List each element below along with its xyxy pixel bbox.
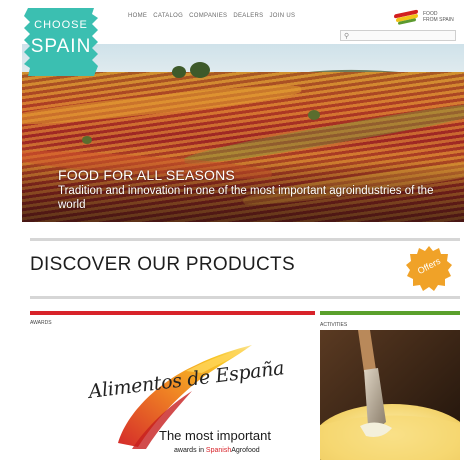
cheese-knife-image [320,330,460,460]
award-tagline-2-prefix: awards in [174,447,204,454]
tree [308,110,320,120]
section-divider [30,296,460,299]
brand-text-line2: FROM SPAIN [423,17,454,23]
main-nav: HOME CATALOG COMPANIES DEALERS JOIN US [128,13,295,19]
awards-section-label: AWARDS [30,320,52,326]
tree [172,66,186,78]
choose-spain-badge[interactable]: CHOOSE SPAIN [22,6,100,78]
activities-accent-bar [320,311,460,315]
alimentos-de-espana-award[interactable]: Alimentos de España The most important a… [66,335,316,455]
discover-heading: DISCOVER OUR PRODUCTS [30,254,295,275]
badge-line1: CHOOSE [34,19,88,31]
search-box[interactable]: ⚲ [340,30,456,41]
nav-item-dealers[interactable]: DEALERS [233,13,263,19]
tree [190,62,210,78]
section-divider [30,238,460,241]
activities-section-label: ACTIVITIES [320,322,348,328]
offers-badge[interactable]: Offers [406,245,452,291]
nav-item-catalog[interactable]: CATALOG [153,13,183,19]
search-icon[interactable]: ⚲ [344,32,349,40]
tree [82,136,92,144]
awards-accent-bar [30,311,315,315]
nav-item-companies[interactable]: COMPANIES [189,13,227,19]
award-tagline-2-suffix: Agrofood [231,447,260,454]
food-from-spain-logo[interactable]: FOOD FROM SPAIN [392,9,456,27]
award-tagline-2: awards in SpanishAgrofood [174,447,260,454]
award-tagline-2-highlight: Spanish [205,447,232,454]
search-input[interactable] [353,31,453,40]
nav-item-home[interactable]: HOME [128,13,147,19]
nav-item-join-us[interactable]: JOIN US [269,13,295,19]
award-tagline-1: The most important [159,428,271,443]
brand-text: FOOD FROM SPAIN [423,11,454,23]
hero-title: FOOD FOR ALL SEASONS [58,167,235,183]
activities-cheese-photo[interactable] [320,330,460,460]
hero-subtitle: Tradition and innovation in one of the m… [58,185,434,211]
flag-stripes-icon [392,9,422,25]
badge-line2: SPAIN [30,36,92,57]
